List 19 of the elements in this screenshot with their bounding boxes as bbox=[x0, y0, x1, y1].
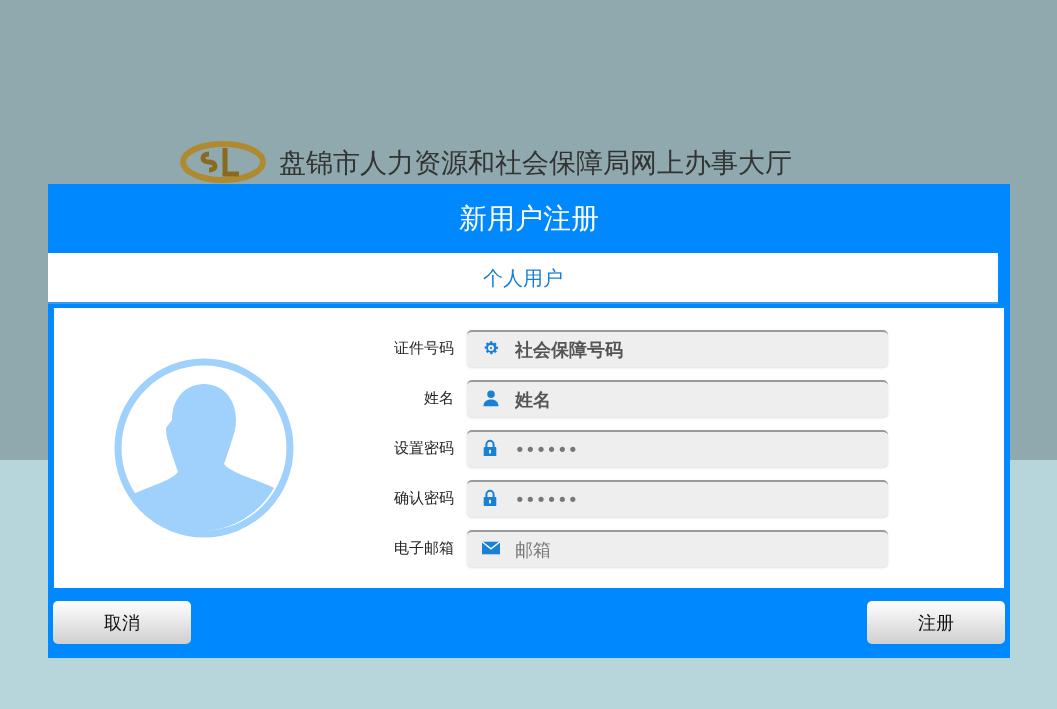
input-field[interactable]: 社会保障号码 bbox=[466, 329, 888, 367]
site-title: 盘锦市人力资源和社会保障局网上办事大厅 bbox=[278, 148, 792, 176]
lock-icon bbox=[481, 439, 498, 457]
field-label: 电子邮箱 bbox=[392, 537, 454, 559]
dialog-title: 新用户注册 bbox=[458, 200, 599, 237]
person-icon bbox=[481, 389, 500, 407]
dialog-button[interactable]: 注册 bbox=[866, 601, 1005, 644]
logo-icon bbox=[178, 140, 267, 184]
field-label: 证件号码 bbox=[392, 337, 454, 359]
field-label: 姓名 bbox=[422, 387, 454, 409]
input-field[interactable]: •••••• bbox=[466, 429, 888, 467]
input-field[interactable]: 邮箱 bbox=[466, 529, 888, 567]
avatar-silhouette-icon bbox=[113, 358, 294, 538]
dialog-button[interactable]: 取消 bbox=[52, 601, 191, 644]
field-label: 确认密码 bbox=[392, 487, 454, 509]
field-label: 设置密码 bbox=[392, 437, 454, 459]
input-field[interactable]: 姓名 bbox=[466, 379, 888, 417]
input-field[interactable]: •••••• bbox=[466, 479, 888, 517]
lock-icon bbox=[481, 489, 498, 507]
